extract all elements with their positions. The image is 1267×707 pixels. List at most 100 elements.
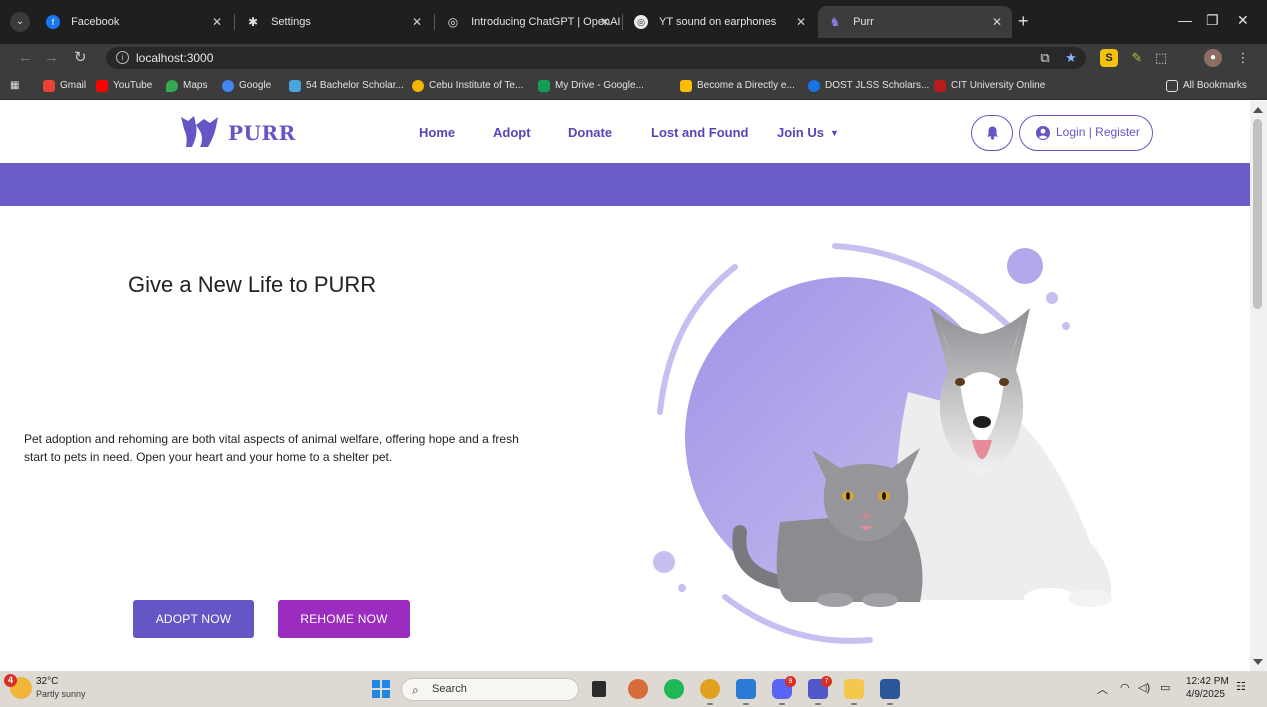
spotify-icon[interactable]: [664, 679, 684, 699]
facebook-icon: f: [46, 15, 60, 30]
bookmark-youtube[interactable]: YouTube: [96, 72, 152, 100]
volume-icon[interactable]: ◁): [1138, 681, 1150, 694]
dog-eye: [999, 378, 1009, 386]
bookmark-star-icon[interactable]: ★: [1062, 49, 1080, 67]
reload-icon[interactable]: ↻: [74, 48, 87, 68]
rehome-now-button[interactable]: REHOME NOW: [278, 600, 410, 638]
windows-start-icon[interactable]: [372, 680, 390, 698]
chrome-icon[interactable]: [700, 679, 720, 705]
folder-icon: [1166, 80, 1178, 92]
weather-condition[interactable]: Partly sunny: [36, 689, 86, 699]
all-bookmarks[interactable]: All Bookmarks: [1166, 72, 1247, 100]
drive-icon: [538, 80, 550, 92]
bookmark-label: Gmail: [60, 80, 87, 91]
purr-logo[interactable]: PURR: [178, 113, 296, 153]
bookmark-label: YouTube: [113, 80, 153, 91]
bookmark-my-drive[interactable]: My Drive - Google...: [538, 72, 644, 100]
nav-home[interactable]: Home: [419, 125, 455, 140]
bookmark-cit-online[interactable]: CIT University Online: [934, 72, 1045, 100]
cat-paw: [862, 593, 898, 607]
openai-icon: ◎: [447, 15, 459, 30]
hero-pets-illustration: [653, 243, 1112, 644]
minimize-icon[interactable]: —: [1178, 12, 1192, 28]
hero-title: Give a New Life to PURR: [128, 272, 377, 297]
word-icon[interactable]: [880, 679, 900, 705]
nav-donate[interactable]: Donate: [568, 125, 612, 140]
bookmark-gmail[interactable]: Gmail: [43, 72, 86, 100]
bookmark-dost-jlss[interactable]: DOST JLSS Scholars...: [808, 72, 929, 100]
kebab-menu-icon[interactable]: ⋮: [1234, 49, 1252, 67]
bell-icon: [987, 126, 998, 140]
vscode-icon[interactable]: [736, 679, 756, 705]
cast-icon[interactable]: ⧉: [1036, 49, 1054, 67]
bookmark-maps[interactable]: Maps: [166, 72, 207, 100]
profile-avatar-icon[interactable]: ●: [1204, 49, 1222, 67]
teams-icon[interactable]: 7: [808, 676, 832, 705]
new-tab-plus-icon[interactable]: +: [1018, 11, 1029, 31]
bookmark-google[interactable]: Google: [222, 72, 271, 100]
nav-adopt[interactable]: Adopt: [493, 125, 531, 140]
wifi-icon[interactable]: ◠: [1120, 681, 1130, 694]
taskbar-search-box[interactable]: ⌕ Search: [401, 678, 579, 701]
tab-openai[interactable]: ◎ Introducing ChatGPT | OpenAI ✕: [436, 6, 620, 38]
scroll-up-arrow-icon[interactable]: [1253, 107, 1263, 113]
window-close-icon[interactable]: ✕: [1237, 12, 1249, 29]
bookmark-label: CIT University Online: [951, 80, 1046, 91]
nav-join-us[interactable]: Join Us ▼: [777, 125, 839, 140]
decor-dot: [1007, 248, 1043, 284]
notification-center-icon[interactable]: ☷: [1236, 680, 1246, 693]
tab-facebook[interactable]: f Facebook ✕: [36, 6, 232, 38]
google-icon: [222, 80, 234, 92]
bookmark-bachelor-scholar[interactable]: 54 Bachelor Scholar...: [289, 72, 404, 100]
dog-nose: [973, 416, 991, 428]
address-bar[interactable]: i localhost:3000: [106, 47, 1086, 69]
scroll-thumb[interactable]: [1253, 119, 1262, 309]
forward-arrow-icon[interactable]: →: [44, 48, 59, 68]
bookmark-cebu-institute[interactable]: Cebu Institute of Te...: [412, 72, 523, 100]
tray-chevron-up-icon[interactable]: ︿: [1097, 681, 1108, 697]
notifications-button[interactable]: [971, 115, 1013, 151]
battery-icon[interactable]: ▭: [1160, 681, 1170, 694]
adopt-now-button[interactable]: ADOPT NOW: [133, 600, 254, 638]
running-indicator: [707, 703, 713, 705]
scholar-icon: [289, 80, 301, 92]
file-explorer-icon[interactable]: [844, 679, 864, 705]
apps-grid-icon[interactable]: ▦: [10, 72, 19, 100]
gmail-icon: [43, 80, 55, 92]
tab-purr[interactable]: ♞ Purr ✕: [818, 6, 1012, 38]
browser-toolbar: ← → ↻ i localhost:3000 ⧉ ★ S ✎ ⬚ ● ⋮: [0, 44, 1267, 72]
tab-search-chevron-icon[interactable]: ⌄: [10, 12, 30, 32]
user-circle-icon: [1036, 126, 1050, 140]
close-icon[interactable]: ✕: [600, 6, 610, 38]
clock-date[interactable]: 4/9/2025: [1186, 689, 1225, 700]
restore-icon[interactable]: ❐: [1206, 12, 1219, 29]
login-register-button[interactable]: Login | Register: [1019, 115, 1153, 151]
extensions-puzzle-icon[interactable]: ⬚: [1152, 49, 1170, 67]
site-info-icon[interactable]: i: [116, 51, 129, 64]
weather-badge: 4: [4, 674, 17, 687]
close-icon[interactable]: ✕: [992, 6, 1002, 38]
extension-s-icon[interactable]: S: [1100, 49, 1118, 67]
close-icon[interactable]: ✕: [412, 6, 422, 38]
running-indicator: [743, 703, 749, 705]
tab-yt-sound[interactable]: ◎ YT sound on earphones ✕: [624, 6, 816, 38]
extension-leaf-icon[interactable]: ✎: [1128, 49, 1146, 67]
back-arrow-icon[interactable]: ←: [18, 48, 33, 68]
scroll-down-arrow-icon[interactable]: [1253, 659, 1263, 665]
close-icon[interactable]: ✕: [212, 6, 222, 38]
bookmark-label: Google: [239, 80, 272, 91]
bookmark-label: My Drive - Google...: [555, 80, 644, 91]
bookmark-directly[interactable]: Become a Directly e...: [680, 72, 795, 100]
discord-icon[interactable]: 9: [772, 676, 796, 705]
task-view-icon[interactable]: [592, 681, 606, 697]
bookmark-label: All Bookmarks: [1183, 80, 1247, 91]
clock-time[interactable]: 12:42 PM: [1186, 676, 1229, 687]
weather-temperature[interactable]: 32°C: [36, 676, 58, 687]
page-scrollbar[interactable]: [1250, 101, 1267, 671]
close-icon[interactable]: ✕: [796, 6, 806, 38]
tab-label: Introducing ChatGPT | OpenAI: [471, 16, 620, 29]
tab-settings[interactable]: ✱ Settings ✕: [236, 6, 432, 38]
bookmarks-bar: ▦ Gmail YouTube Maps Google 54 Bachelor …: [0, 72, 1267, 100]
copilot-icon[interactable]: [628, 679, 648, 699]
nav-lost-and-found[interactable]: Lost and Found: [651, 125, 748, 140]
